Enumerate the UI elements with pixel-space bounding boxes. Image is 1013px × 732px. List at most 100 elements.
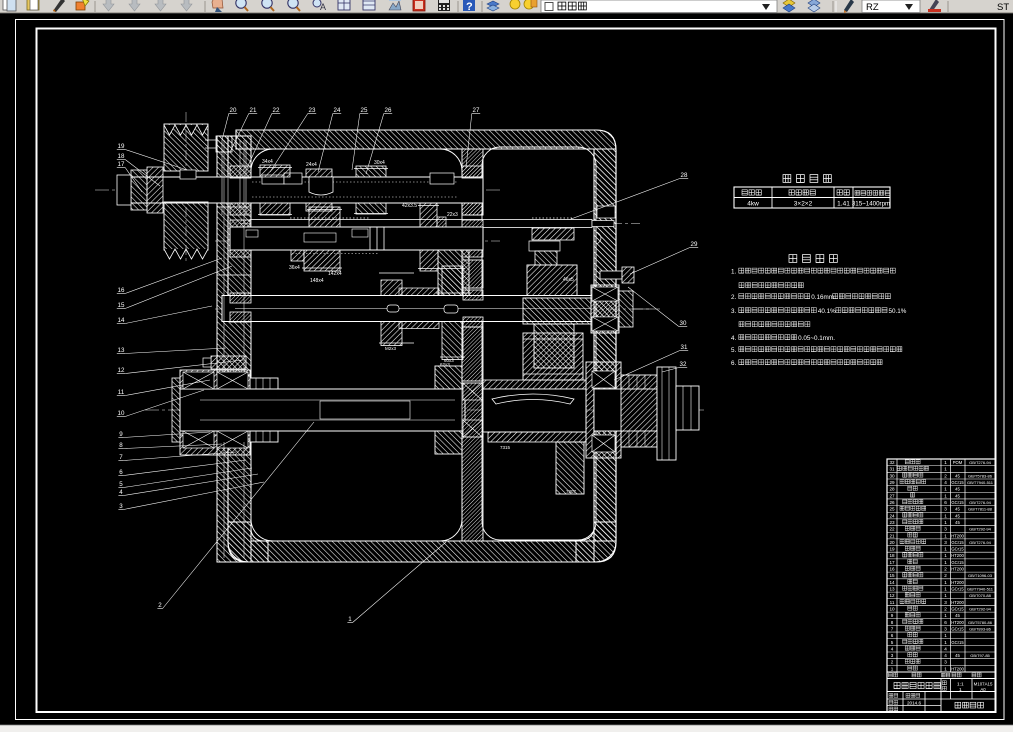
svg-text:7315: 7315 (500, 445, 511, 450)
svg-text:HT200: HT200 (951, 620, 964, 625)
svg-text:POM: POM (953, 460, 963, 465)
svg-text:GB/T5780-86: GB/T5780-86 (968, 620, 993, 625)
svg-text:HT200: HT200 (951, 567, 964, 572)
svg-text:GB/T893-86: GB/T893-86 (969, 626, 992, 631)
svg-text:5: 5 (119, 481, 123, 488)
svg-text:1.: 1. (731, 269, 737, 276)
svg-text:4.: 4. (731, 335, 737, 342)
svg-text:M2x3: M2x3 (385, 346, 397, 351)
svg-text:GCr15: GCr15 (951, 540, 964, 545)
svg-text:21: 21 (889, 533, 895, 538)
svg-text:8: 8 (891, 620, 894, 625)
svg-text:45: 45 (955, 653, 960, 658)
svg-text:GB/T070-88: GB/T070-88 (969, 593, 992, 598)
svg-text:GB/T276-94: GB/T276-94 (969, 500, 992, 505)
svg-text:4: 4 (944, 480, 947, 485)
svg-text:4: 4 (119, 489, 123, 496)
svg-text:GCr15: GCr15 (951, 587, 964, 592)
svg-text:2: 2 (158, 602, 162, 609)
svg-text:1: 1 (944, 520, 947, 525)
svg-text:GCr15: GCr15 (951, 560, 964, 565)
svg-text:1: 1 (944, 593, 947, 598)
svg-text:2: 2 (944, 473, 947, 478)
svg-text:5.: 5. (731, 347, 737, 354)
svg-text:22x3: 22x3 (447, 212, 458, 218)
svg-text:25: 25 (361, 107, 368, 114)
svg-text:GB/T1096-03: GB/T1096-03 (968, 573, 993, 578)
svg-text:1: 1 (944, 633, 947, 638)
svg-text:GB/T276-94: GB/T276-94 (969, 460, 992, 465)
svg-text:31: 31 (889, 467, 895, 472)
svg-text:1: 1 (944, 547, 947, 552)
svg-text:GB/T276-94: GB/T276-94 (969, 540, 992, 545)
svg-text:29: 29 (691, 241, 698, 248)
svg-text:32: 32 (680, 361, 687, 368)
svg-text:7: 7 (119, 454, 123, 461)
svg-text:23: 23 (889, 520, 895, 525)
svg-text:42x3.5: 42x3.5 (402, 203, 417, 209)
svg-text:GCr15: GCr15 (951, 547, 964, 552)
svg-text:3: 3 (944, 600, 947, 605)
svg-text:1: 1 (944, 580, 947, 585)
svg-text:50.1%: 50.1% (889, 308, 907, 315)
svg-text:20: 20 (230, 107, 237, 114)
svg-text:142x4: 142x4 (328, 271, 342, 277)
svg-text:HT200: HT200 (951, 553, 964, 558)
svg-text:GCr15: GCr15 (951, 626, 964, 631)
svg-text:18: 18 (889, 553, 895, 558)
svg-text:?: ? (466, 1, 473, 13)
svg-text:1: 1 (944, 666, 947, 671)
svg-text:2: 2 (944, 606, 947, 611)
svg-text:1: 1 (944, 560, 947, 565)
svg-text:31: 31 (681, 344, 688, 351)
svg-text:7307: 7307 (566, 489, 577, 494)
svg-text:20: 20 (889, 540, 895, 545)
svg-text:HT200: HT200 (951, 666, 964, 671)
svg-text:7: 7 (891, 626, 894, 631)
svg-text:12: 12 (889, 593, 895, 598)
svg-text:3.: 3. (731, 308, 737, 315)
svg-text:6: 6 (944, 620, 947, 625)
svg-text:1: 1 (944, 467, 947, 472)
svg-text:14: 14 (889, 580, 895, 585)
svg-text:3: 3 (119, 503, 123, 510)
svg-text:14: 14 (118, 317, 125, 324)
svg-text:3: 3 (944, 507, 947, 512)
svg-text:19: 19 (118, 143, 125, 150)
svg-text:9: 9 (119, 431, 123, 438)
svg-text:ST: ST (997, 2, 1009, 13)
svg-text:40.1%: 40.1% (818, 308, 836, 315)
svg-text:A0: A0 (980, 687, 986, 692)
svg-text:4: 4 (944, 653, 947, 658)
svg-text:0.16mm: 0.16mm (811, 294, 834, 301)
svg-text:6: 6 (944, 500, 947, 505)
svg-text:GB/T292-94: GB/T292-94 (969, 527, 992, 532)
svg-text:6: 6 (891, 633, 894, 638)
svg-text:11: 11 (118, 389, 125, 396)
svg-text:6.: 6. (731, 360, 737, 367)
svg-text:45: 45 (955, 493, 960, 498)
svg-text:28: 28 (889, 487, 895, 492)
svg-text:1: 1 (944, 613, 947, 618)
svg-text:GB/T7940-511: GB/T7940-511 (967, 480, 994, 485)
svg-text:1: 1 (944, 533, 947, 538)
svg-text:M107A15: M107A15 (974, 682, 993, 687)
svg-text:GB/T5783-86: GB/T5783-86 (968, 473, 993, 478)
svg-text:12: 12 (118, 367, 125, 374)
svg-text:62x3: 62x3 (440, 362, 450, 367)
svg-text:15: 15 (889, 573, 895, 578)
svg-text:17: 17 (118, 161, 125, 168)
svg-text:24: 24 (889, 513, 895, 518)
svg-text:17: 17 (889, 560, 895, 565)
svg-text:GCr15: GCr15 (951, 640, 964, 645)
svg-text:45: 45 (955, 507, 960, 512)
svg-text:GB/T97-85: GB/T97-85 (970, 653, 990, 658)
svg-text:HT200: HT200 (951, 600, 964, 605)
svg-text:23: 23 (309, 107, 316, 114)
svg-text:25: 25 (889, 507, 895, 512)
svg-text:15: 15 (118, 302, 125, 309)
svg-text:29: 29 (889, 480, 895, 485)
svg-text:13: 13 (889, 587, 895, 592)
svg-text:GB/T292-94: GB/T292-94 (969, 606, 992, 611)
svg-text:27: 27 (473, 107, 480, 114)
